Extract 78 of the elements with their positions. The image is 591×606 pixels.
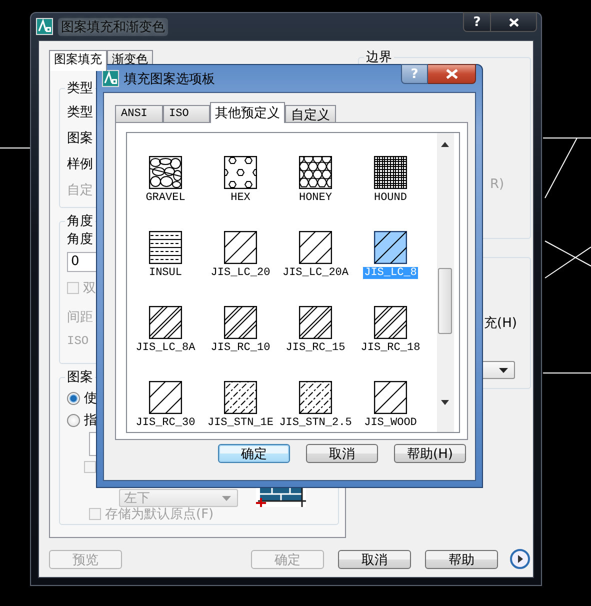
- pattern-name: JIS_RC_18: [360, 342, 422, 354]
- arrow-icon: [516, 555, 524, 563]
- close-button[interactable]: [491, 12, 537, 32]
- pattern-name: JIS_RC_15: [284, 342, 346, 354]
- pattern-swatch[interactable]: [149, 156, 182, 189]
- scroll-up-icon[interactable]: [441, 142, 449, 147]
- app-icon: [36, 18, 53, 35]
- field-label: 间距: [67, 309, 93, 327]
- radio-label: 使: [84, 390, 97, 407]
- pattern-name: HONEY: [298, 192, 333, 204]
- field-label: 类型: [67, 104, 93, 122]
- pattern-swatch[interactable]: [224, 156, 257, 189]
- pattern-swatch[interactable]: [374, 231, 407, 264]
- checkbox-label: 双: [83, 280, 96, 297]
- app-icon: [102, 70, 119, 87]
- more-options-button[interactable]: [510, 549, 530, 569]
- dialog-button[interactable]: 帮助(H): [394, 444, 466, 463]
- close-button[interactable]: [428, 64, 476, 84]
- pattern-name: JIS_STN_1E: [206, 417, 274, 429]
- pattern-swatch[interactable]: [299, 231, 332, 264]
- scroll-down-icon[interactable]: [441, 400, 449, 405]
- pattern-swatch[interactable]: [149, 231, 182, 264]
- field-label: ISO: [67, 333, 89, 350]
- dropdown-arrow-icon: [499, 368, 508, 372]
- close-icon: [508, 18, 518, 26]
- tab[interactable]: 其他预定义: [210, 102, 285, 123]
- group-title: 类型: [65, 81, 95, 97]
- pattern-name: HEX: [230, 192, 252, 204]
- pattern-swatch[interactable]: [224, 381, 257, 414]
- pattern-swatch[interactable]: [374, 156, 407, 189]
- group-title: 图案: [65, 370, 95, 386]
- tab[interactable]: ISO: [163, 105, 210, 122]
- pattern-swatch[interactable]: [299, 306, 332, 339]
- field-label: 角度: [67, 231, 93, 249]
- pattern-swatch[interactable]: [374, 381, 407, 414]
- field-label: 图案: [67, 130, 93, 148]
- group-title: 角度: [65, 214, 95, 230]
- checkbox-label: 存储为默认原点(F): [105, 506, 214, 523]
- pattern-name: JIS_LC_8A: [134, 342, 196, 354]
- pattern-name: HOUND: [372, 192, 408, 204]
- scroll-thumb[interactable]: [438, 268, 452, 334]
- pattern-name: JIS_STN_2.5: [278, 417, 353, 429]
- tab[interactable]: 图案填充: [49, 50, 107, 71]
- pattern-name: JIS_LC_8: [363, 267, 418, 279]
- close-icon: [446, 69, 458, 79]
- radio-button[interactable]: [67, 392, 80, 404]
- dialog-button[interactable]: 取消: [306, 444, 378, 463]
- button-label: R): [490, 177, 504, 192]
- dialog-button[interactable]: 帮助: [425, 550, 498, 568]
- pattern-swatch[interactable]: [224, 231, 257, 264]
- dropdown-arrow-icon: [222, 496, 231, 500]
- pattern-swatch[interactable]: [299, 156, 332, 189]
- pattern-name: JIS_RC_10: [210, 342, 272, 354]
- dialog-button[interactable]: 确定: [218, 444, 290, 463]
- pattern-swatch[interactable]: [149, 306, 182, 339]
- help-button[interactable]: ?: [463, 12, 491, 32]
- pattern-swatch[interactable]: [299, 381, 332, 414]
- radio-label: 指: [84, 412, 97, 429]
- tab[interactable]: 自定义: [285, 105, 336, 122]
- pattern-name: JIS_LC_20: [210, 267, 272, 279]
- dialog-button[interactable]: 取消: [338, 550, 411, 568]
- cad-line: [0, 147, 30, 149]
- pattern-name: JIS_WOOD: [363, 417, 418, 429]
- pattern-name: GRAVEL: [144, 192, 186, 204]
- tab[interactable]: ANSI: [115, 105, 163, 122]
- pattern-name: INSUL: [148, 267, 183, 279]
- field-label: 样例: [67, 156, 93, 174]
- pattern-name: JIS_RC_30: [134, 417, 196, 429]
- checkbox-label: 充(H): [484, 315, 517, 332]
- pattern-swatch[interactable]: [374, 306, 407, 339]
- pattern-swatch[interactable]: [224, 306, 257, 339]
- group-title: 边界: [364, 51, 394, 65]
- field-label: 自定: [67, 182, 93, 200]
- window-title: 填充图案选项板: [124, 70, 215, 88]
- pattern-name: JIS_LC_20A: [281, 267, 350, 279]
- radio-button[interactable]: [67, 414, 80, 426]
- scrollbar[interactable]: [437, 133, 454, 432]
- pattern-swatch[interactable]: [149, 381, 182, 414]
